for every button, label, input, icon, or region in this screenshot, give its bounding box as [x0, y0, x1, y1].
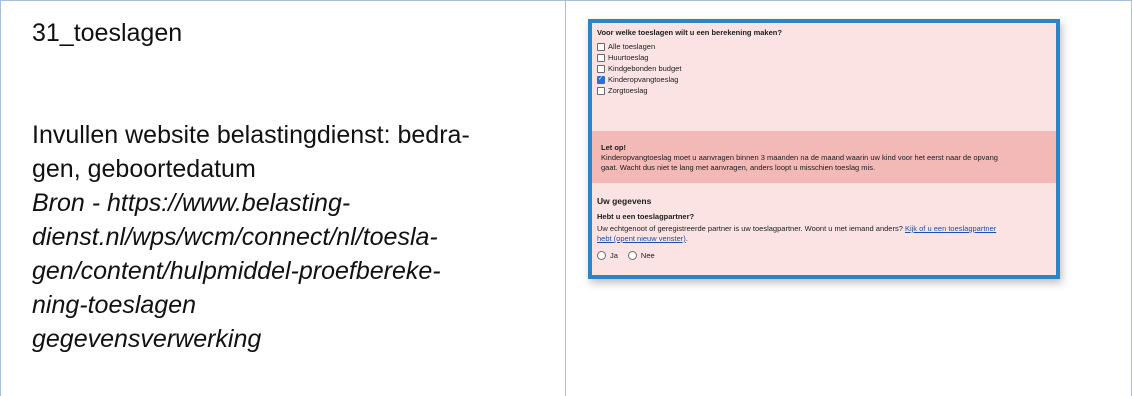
option-kinderopvangtoeslag[interactable]: Kinderopvangtoeslag — [597, 75, 678, 84]
partner-text: Uw echtgenoot of geregistreerde partner … — [597, 224, 903, 233]
left-cell: 31_toeslagen Invullen website belastingd… — [32, 8, 557, 356]
source-line: ning-toeslagen — [32, 291, 197, 319]
option-label: Kinderopvangtoeslag — [608, 75, 679, 84]
source-line: dienst.nl/wps/wcm/connect/nl/toesla- — [32, 223, 438, 251]
table-divider — [565, 0, 566, 396]
item-description: Invullen website belastingdienst: bedra-… — [32, 118, 557, 356]
option-alle-toeslagen[interactable]: Alle toeslagen — [597, 42, 655, 51]
checkbox[interactable] — [597, 53, 605, 62]
checkbox[interactable] — [597, 64, 605, 73]
option-huurtoeslag[interactable]: Huurtoeslag — [597, 53, 648, 62]
radio-yes-label: Ja — [610, 251, 618, 260]
source-line: gegevensverwerking — [32, 325, 262, 353]
source-line: Bron - https://www.belasting- — [32, 189, 351, 217]
description-line: gen, geboortedatum — [32, 155, 256, 183]
description-line: Invullen website belastingdienst: bedra- — [32, 121, 470, 149]
partner-question: Hebt u een toeslagpartner? — [597, 212, 695, 221]
option-label: Kindgebonden budget — [608, 64, 682, 73]
option-kindgebonden-budget[interactable]: Kindgebonden budget — [597, 64, 681, 73]
partner-explanation: Uw echtgenoot of geregistreerde partner … — [597, 224, 1007, 244]
option-label: Zorgtoeslag — [608, 86, 648, 95]
alert-box: Let op! Kinderopvangtoeslag moet u aanvr… — [592, 131, 1056, 183]
option-zorgtoeslag[interactable]: Zorgtoeslag — [597, 86, 648, 95]
table-border-top — [0, 0, 1132, 1]
radio-no-label: Nee — [640, 251, 655, 260]
alert-body: Kinderopvangtoeslag moet u aanvragen bin… — [601, 153, 998, 172]
checkbox[interactable] — [597, 86, 605, 95]
table-border-left — [0, 0, 1, 396]
radio-yes[interactable] — [597, 251, 606, 260]
checkbox[interactable] — [597, 42, 605, 51]
question-title: Voor welke toeslagen wilt u een berekeni… — [597, 28, 782, 37]
radio-no[interactable] — [627, 251, 637, 260]
alert-title: Let op! — [601, 143, 626, 152]
option-label: Alle toeslagen — [608, 42, 656, 51]
item-title: 31_toeslagen — [32, 19, 183, 47]
embedded-screenshot: Voor welke toeslagen wilt u een berekeni… — [588, 19, 1060, 279]
partner-text-end: . — [685, 234, 688, 243]
checkbox-checked[interactable] — [597, 75, 605, 84]
option-label: Huurtoeslag — [608, 53, 649, 62]
section-title: Uw gegevens — [597, 196, 652, 206]
source-line: gen/content/hulpmiddel-proefbereke- — [32, 257, 441, 285]
partner-radio-group: Ja Nee — [597, 251, 665, 260]
